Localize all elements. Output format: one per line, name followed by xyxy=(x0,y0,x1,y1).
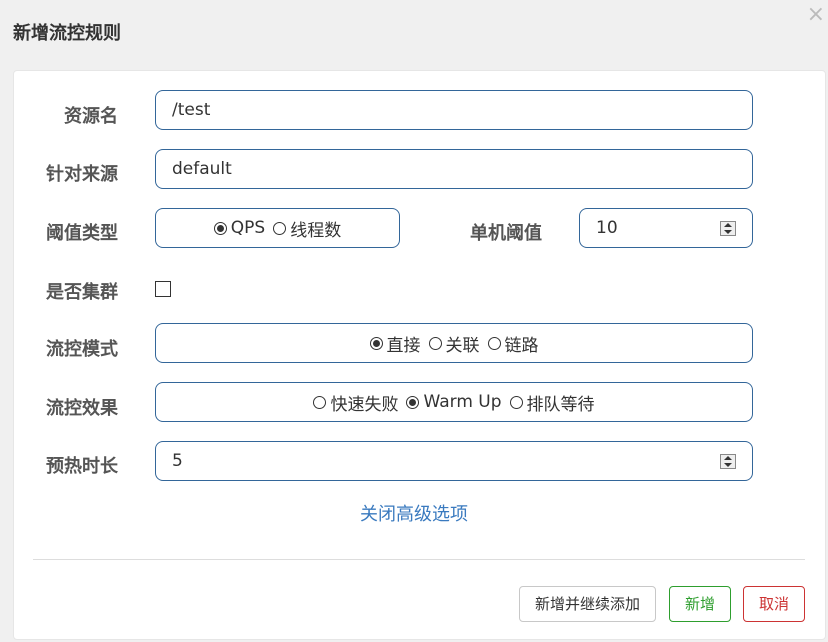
radio-unchecked-icon xyxy=(487,336,501,350)
count-value: 10 xyxy=(596,218,618,238)
behavior-radio-queue[interactable]: 排队等待 xyxy=(509,390,595,415)
cluster-label: 是否集群 xyxy=(46,282,118,303)
strategy-radio-chain[interactable]: 链路 xyxy=(487,331,539,356)
warm-up-value: 5 xyxy=(172,451,183,471)
count-label: 单机阈值 xyxy=(470,223,542,244)
radio-unchecked-icon xyxy=(273,221,287,235)
footer-divider xyxy=(33,559,805,560)
grade-radio-thread[interactable]: 线程数 xyxy=(273,216,341,241)
grade-label: 阈值类型 xyxy=(46,223,118,244)
control-behavior-radio-group: 快速失败 Warm Up 排队等待 xyxy=(155,382,753,422)
warm-up-spinner-icon[interactable] xyxy=(720,454,736,469)
resource-label: 资源名 xyxy=(64,106,118,127)
dialog-title: 新增流控规则 xyxy=(13,23,121,44)
radio-unchecked-icon xyxy=(313,395,327,409)
strategy-option-direct: 直接 xyxy=(386,335,421,356)
grade-option-qps: QPS xyxy=(230,218,266,238)
strategy-option-relate: 关联 xyxy=(445,335,480,356)
radio-checked-icon xyxy=(369,336,383,350)
behavior-radio-warm-up[interactable]: Warm Up xyxy=(406,392,502,412)
limit-app-label: 针对来源 xyxy=(46,164,118,185)
behavior-radio-fail-fast[interactable]: 快速失败 xyxy=(313,390,398,415)
strategy-label: 流控模式 xyxy=(46,339,118,360)
limit-app-input[interactable]: default xyxy=(155,149,753,189)
radio-unchecked-icon xyxy=(509,395,523,409)
warm-up-input[interactable]: 5 xyxy=(155,441,753,481)
strategy-radio-direct[interactable]: 直接 xyxy=(369,331,421,356)
save-and-continue-button[interactable]: 新增并继续添加 xyxy=(519,586,656,622)
count-spinner-icon[interactable] xyxy=(720,221,736,236)
warm-up-label: 预热时长 xyxy=(46,456,118,477)
resource-input[interactable]: /test xyxy=(155,90,753,130)
strategy-radio-relate[interactable]: 关联 xyxy=(428,331,480,356)
save-button[interactable]: 新增 xyxy=(669,586,731,622)
grade-radio-group: QPS 线程数 xyxy=(155,208,400,248)
strategy-radio-group: 直接 关联 链路 xyxy=(155,323,753,363)
count-input[interactable]: 10 xyxy=(579,208,753,248)
strategy-option-chain: 链路 xyxy=(504,335,539,356)
close-icon[interactable]: × xyxy=(807,2,825,28)
control-behavior-label: 流控效果 xyxy=(46,398,118,419)
radio-checked-icon xyxy=(213,221,227,235)
cancel-button[interactable]: 取消 xyxy=(743,586,805,622)
behavior-option-queue: 排队等待 xyxy=(526,394,595,415)
grade-option-thread: 线程数 xyxy=(290,220,342,241)
grade-radio-qps[interactable]: QPS xyxy=(213,218,266,238)
behavior-option-fail-fast: 快速失败 xyxy=(330,394,399,415)
behavior-option-warm-up: Warm Up xyxy=(423,392,502,412)
radio-checked-icon xyxy=(406,395,420,409)
radio-unchecked-icon xyxy=(428,336,442,350)
cluster-checkbox[interactable] xyxy=(155,281,171,297)
advanced-options-toggle[interactable]: 关闭高级选项 xyxy=(0,500,828,526)
